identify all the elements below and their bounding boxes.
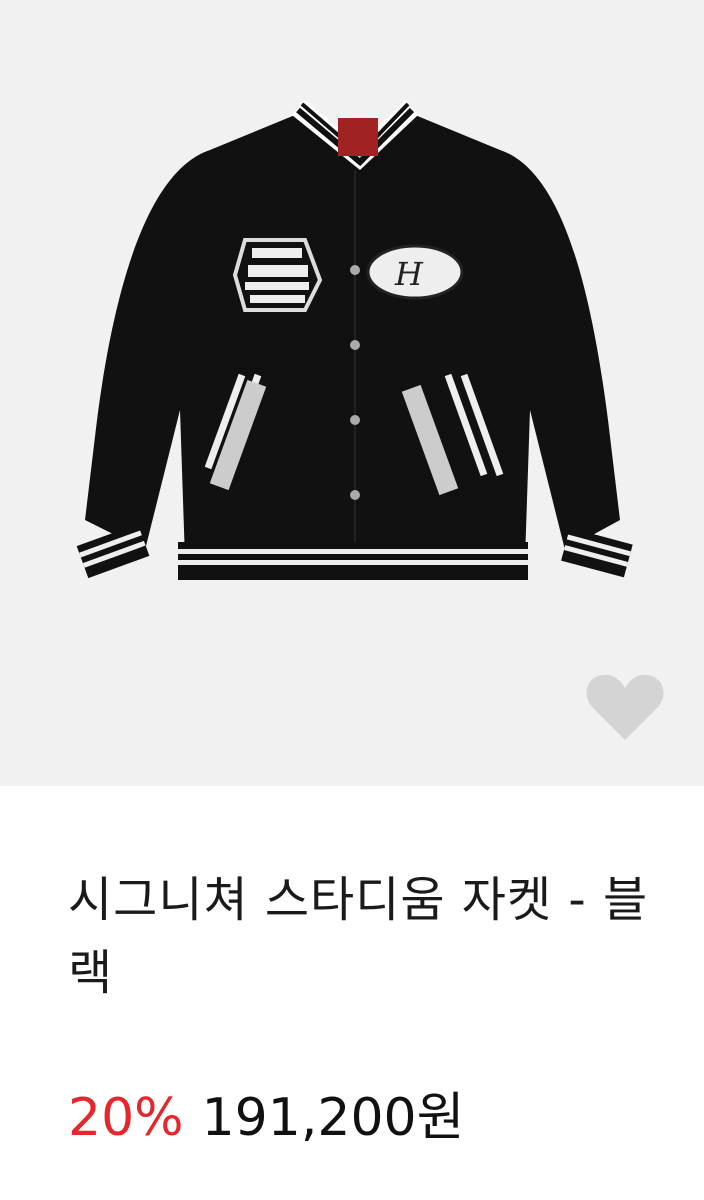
- discount-rate: 20%: [68, 1088, 184, 1148]
- heart-icon: [586, 674, 664, 740]
- sale-price: 191,200원: [201, 1088, 465, 1148]
- wishlist-button[interactable]: [584, 672, 666, 742]
- jacket-image: H: [76, 100, 633, 580]
- svg-text:H: H: [394, 255, 424, 293]
- product-image-area[interactable]: H: [0, 0, 704, 786]
- product-info: 시그니쳐 스타디움 자켓 - 블랙 20% 191,200원: [0, 786, 704, 1200]
- price-row: 20% 191,200원: [68, 1086, 464, 1150]
- product-title[interactable]: 시그니쳐 스타디움 자켓 - 블랙: [68, 864, 658, 1010]
